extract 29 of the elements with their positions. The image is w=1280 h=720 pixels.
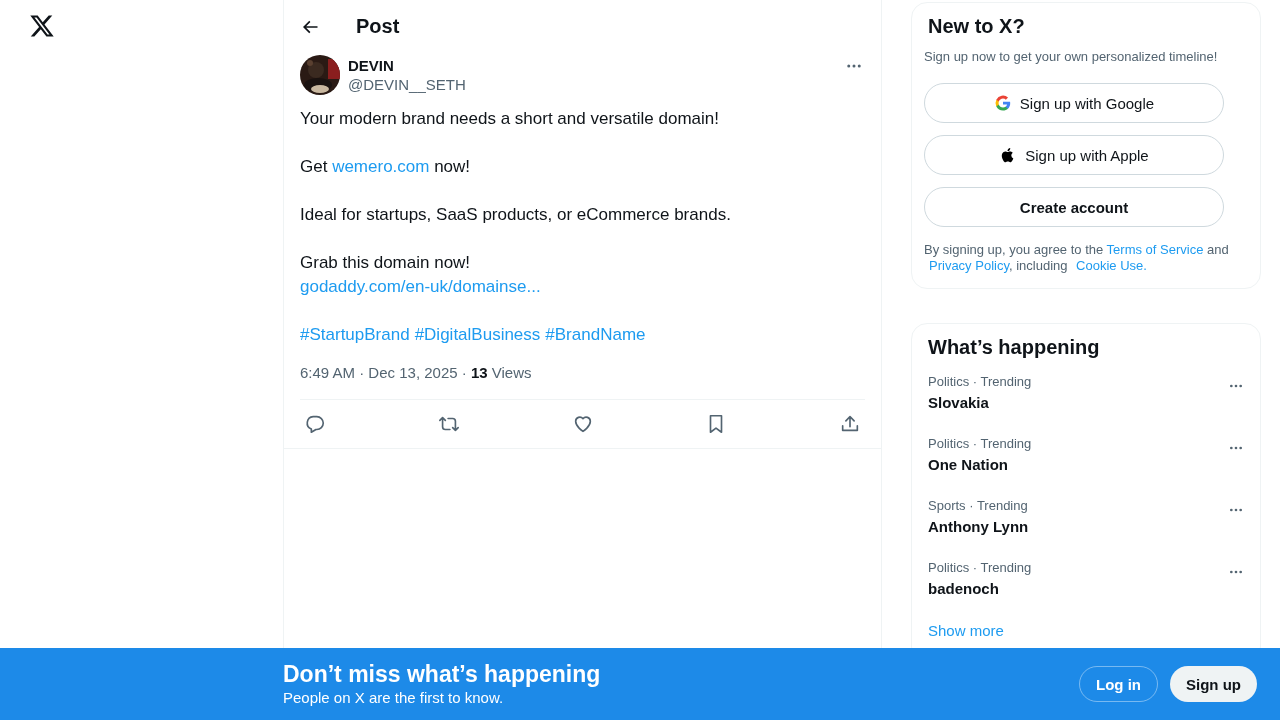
card-subtitle: Sign up now to get your own personalized timeline! bbox=[924, 49, 1218, 64]
google-signup-button[interactable]: Sign up with Google bbox=[924, 83, 1224, 123]
google-g-icon bbox=[993, 94, 1012, 112]
card-title: New to X? bbox=[928, 15, 1025, 38]
create-account-button[interactable]: Create account bbox=[924, 187, 1224, 227]
post-text: Your modern brand needs a short and versatile domain! bbox=[300, 108, 720, 130]
page-title: Post bbox=[356, 15, 400, 38]
banner-subtitle: People on X are the first to know. bbox=[283, 688, 505, 708]
trend-name[interactable]: badenoch bbox=[928, 576, 1032, 602]
trend-category: Politics · Trending bbox=[928, 436, 1032, 452]
author-handle[interactable]: @DEVIN__SETH bbox=[348, 74, 837, 95]
author-name[interactable]: DEVIN bbox=[348, 55, 837, 75]
apple-signup-button[interactable]: Sign up with Apple bbox=[924, 135, 1224, 175]
trend-category: Sports · Trending bbox=[928, 498, 1029, 514]
post-meta: 6:49 AM · Dec 13, 2025 · 13 Views bbox=[300, 363, 865, 400]
trend-name[interactable]: One Nation bbox=[928, 452, 1032, 478]
post-text: Get wemero.com now! bbox=[300, 156, 472, 178]
trend-name[interactable]: Slovakia bbox=[928, 390, 1032, 416]
signup-button[interactable]: Sign up bbox=[1170, 666, 1257, 702]
post-text: Ideal for startups, SaaS products, or eCommerce brands. bbox=[300, 204, 732, 226]
reply-icon[interactable] bbox=[304, 413, 326, 435]
trend-category: Politics · Trending bbox=[928, 560, 1032, 576]
legal-text: By signing up, you agree to the Terms of Service and Privacy Policy, including Cookie Use. bbox=[924, 242, 1230, 274]
card-title: What’s happening bbox=[928, 336, 1100, 359]
x-logo-icon[interactable] bbox=[29, 13, 55, 39]
banner-title: Don’t miss what’s happening bbox=[283, 660, 601, 688]
trend-name[interactable]: Anthony Lynn bbox=[928, 514, 1029, 540]
trend-category: Politics · Trending bbox=[928, 374, 1032, 390]
post-text: Grab this domain now! bbox=[300, 252, 472, 274]
